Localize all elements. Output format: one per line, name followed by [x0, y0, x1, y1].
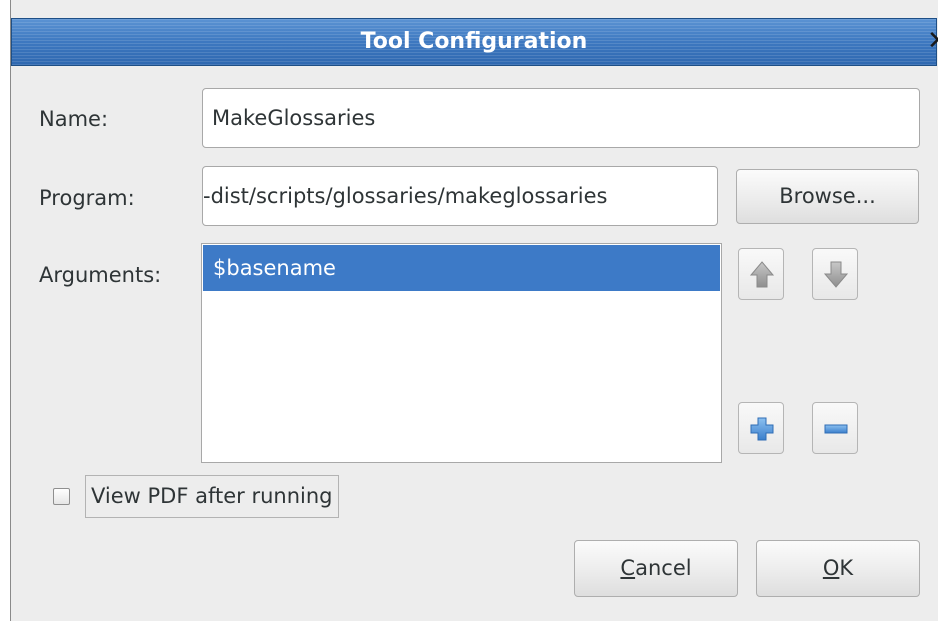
ok-button-label: OK	[822, 556, 854, 580]
browse-button[interactable]: Browse...	[736, 169, 919, 224]
title-bar[interactable]: Tool Configuration	[11, 18, 937, 66]
cancel-button-label: Cancel	[620, 556, 692, 580]
arrow-up-icon	[749, 261, 775, 288]
list-item[interactable]: $basename	[203, 245, 720, 291]
name-field-value: MakeGlossaries	[212, 106, 376, 130]
arguments-label: Arguments:	[39, 263, 162, 287]
minus-icon	[824, 424, 848, 434]
tool-configuration-dialog: Tool Configuration ✕ Name: MakeGlossarie…	[10, 0, 938, 621]
name-label: Name:	[39, 107, 109, 131]
arrow-down-icon	[823, 261, 849, 288]
add-argument-button[interactable]	[738, 402, 784, 454]
program-field[interactable]: -dist/scripts/glossaries/makeglossaries	[202, 166, 718, 226]
move-down-button[interactable]	[812, 248, 858, 300]
program-field-value: -dist/scripts/glossaries/makeglossaries	[203, 184, 608, 208]
plus-icon	[750, 417, 774, 441]
close-icon[interactable]: ✕	[927, 26, 938, 56]
ok-button[interactable]: OK	[756, 540, 920, 597]
remove-argument-button[interactable]	[812, 402, 858, 454]
move-up-button[interactable]	[738, 248, 784, 300]
view-pdf-checkbox[interactable]	[53, 488, 70, 505]
cancel-button[interactable]: Cancel	[574, 540, 738, 597]
dialog-title: Tool Configuration	[360, 29, 588, 54]
arguments-list[interactable]: $basename	[201, 243, 722, 463]
program-label: Program:	[39, 186, 135, 210]
view-pdf-label[interactable]: View PDF after running	[85, 475, 339, 518]
name-field[interactable]: MakeGlossaries	[202, 88, 920, 148]
